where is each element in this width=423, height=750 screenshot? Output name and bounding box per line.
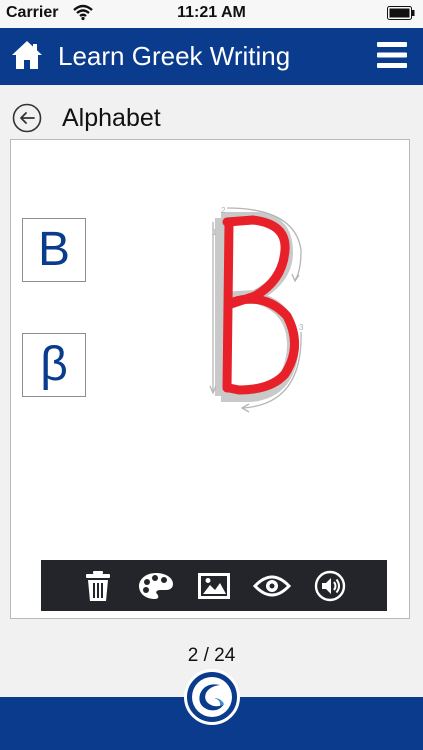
speaker-icon[interactable] bbox=[311, 567, 349, 605]
status-bar: Carrier 11:21 AM bbox=[0, 0, 423, 28]
app-header: Learn Greek Writing bbox=[0, 28, 423, 85]
palette-icon[interactable] bbox=[137, 567, 175, 605]
tracing-canvas[interactable]: 1 2 3 bbox=[191, 200, 321, 420]
lowercase-letter-button[interactable]: β bbox=[22, 333, 86, 397]
app-title: Learn Greek Writing bbox=[58, 41, 291, 71]
status-time: 11:21 AM bbox=[177, 4, 246, 21]
guide-number-3: 3 bbox=[299, 323, 304, 332]
battery-icon bbox=[387, 6, 415, 25]
eye-icon[interactable] bbox=[253, 567, 291, 605]
page-counter: 2 / 24 bbox=[187, 645, 236, 666]
menu-icon[interactable] bbox=[377, 41, 407, 69]
guide-number-1: 1 bbox=[212, 228, 217, 237]
drawing-toolbar bbox=[41, 560, 387, 611]
uppercase-letter-button[interactable]: Β bbox=[22, 218, 86, 282]
image-icon[interactable] bbox=[195, 567, 233, 605]
back-arrow-icon[interactable] bbox=[12, 103, 42, 133]
home-icon[interactable] bbox=[10, 38, 44, 72]
section-title: Alphabet bbox=[62, 104, 161, 132]
guide-number-2: 2 bbox=[221, 206, 226, 215]
writing-card: Β β 1 2 3 bbox=[10, 139, 410, 619]
app-logo-icon[interactable] bbox=[184, 669, 240, 725]
trash-icon[interactable] bbox=[79, 567, 117, 605]
